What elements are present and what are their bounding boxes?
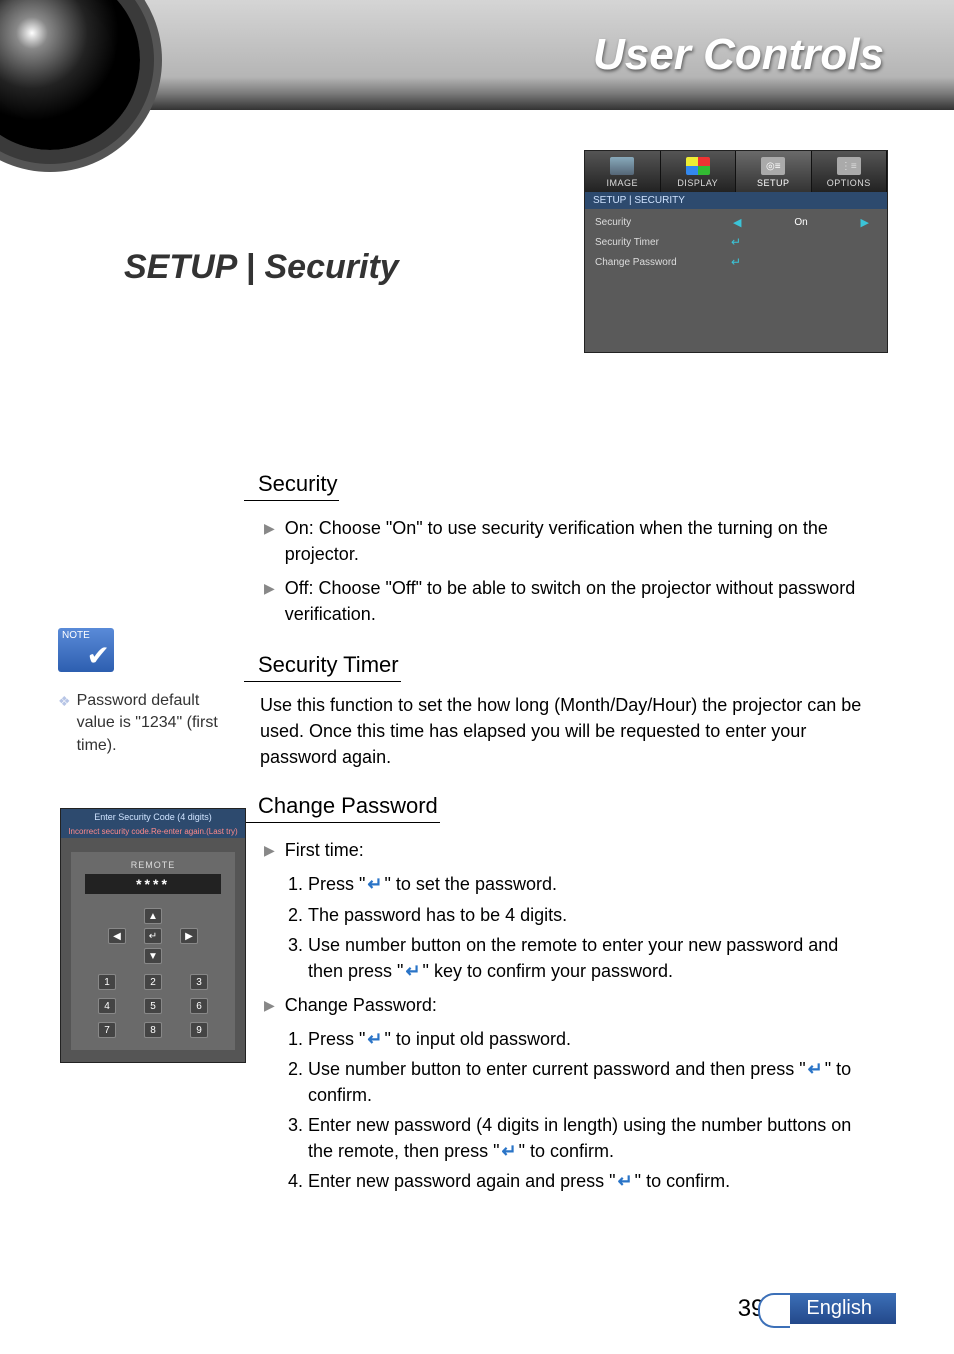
key-1[interactable]: 1	[98, 974, 116, 990]
enter-icon: ↵	[616, 1168, 635, 1194]
language-pill: English	[776, 1293, 896, 1324]
bullet-change-password: ▶ Change Password:	[264, 992, 868, 1018]
osd-row-change-password[interactable]: Change Password ↵	[585, 252, 887, 272]
enter-icon: ↵	[806, 1056, 825, 1082]
list-item: Enter new password again and press "↵" t…	[308, 1168, 868, 1194]
dpad-right-icon[interactable]: ▶	[180, 928, 198, 944]
key-8[interactable]: 8	[144, 1022, 162, 1038]
osd-row-security-timer[interactable]: Security Timer ↵	[585, 232, 887, 252]
enter-icon: ↵	[731, 255, 741, 269]
key-3[interactable]: 3	[190, 974, 208, 990]
dpad-up-icon[interactable]: ▲	[144, 908, 162, 924]
section-heading-change-password: Change Password	[244, 790, 440, 823]
lens-graphic-icon	[0, 0, 140, 150]
osd-menu: IMAGE DISPLAY ◎≡ SETUP ⋮≡ OPTIONS SETUP …	[584, 150, 888, 353]
pw-pad-title: Enter Security Code (4 digits)	[61, 809, 245, 825]
timer-body: Use this function to set the how long (M…	[260, 692, 868, 770]
osd-tab-options[interactable]: ⋮≡ OPTIONS	[812, 151, 888, 192]
key-5[interactable]: 5	[144, 998, 162, 1014]
osd-tab-image[interactable]: IMAGE	[585, 151, 661, 192]
dpad: ▲ ◀ ↵ ▶ ▼	[77, 908, 229, 964]
remote-label: REMOTE	[77, 860, 229, 870]
osd-tabs: IMAGE DISPLAY ◎≡ SETUP ⋮≡ OPTIONS	[585, 151, 887, 192]
list-item: Use number button on the remote to enter…	[308, 932, 868, 984]
triangle-bullet-icon: ▶	[264, 515, 275, 541]
enter-icon: ↵	[731, 235, 741, 249]
key-9[interactable]: 9	[190, 1022, 208, 1038]
check-icon: ✔	[87, 639, 110, 672]
password-field[interactable]: ****	[85, 874, 221, 894]
enter-icon: ↵	[403, 958, 422, 984]
section-heading-timer: Security Timer	[244, 649, 401, 682]
sliders-icon: ⋮≡	[837, 157, 861, 175]
osd-tab-display[interactable]: DISPLAY	[661, 151, 737, 192]
osd-row-security[interactable]: Security ◀ On ▶	[585, 213, 887, 232]
osd-breadcrumb: SETUP | SECURITY	[585, 192, 887, 209]
list-item: Press "↵" to input old password.	[308, 1026, 868, 1052]
arrow-left-icon[interactable]: ◀	[725, 216, 749, 229]
enter-icon: ↵	[500, 1138, 519, 1164]
number-grid: 1 2 3 4 5 6 7 8 9	[77, 974, 229, 1038]
color-blocks-icon	[686, 157, 710, 175]
key-6[interactable]: 6	[190, 998, 208, 1014]
setup-icon: ◎≡	[761, 157, 785, 175]
key-4[interactable]: 4	[98, 998, 116, 1014]
monitor-icon	[610, 157, 634, 175]
note-block: NOTE ✔ ❖ Password default value is "1234…	[58, 628, 238, 757]
triangle-bullet-icon: ▶	[264, 575, 275, 601]
enter-icon: ↵	[365, 1026, 384, 1052]
dpad-enter-icon[interactable]: ↵	[144, 928, 162, 944]
note-badge: NOTE ✔	[58, 628, 114, 672]
arrow-right-icon[interactable]: ▶	[853, 216, 877, 229]
key-2[interactable]: 2	[144, 974, 162, 990]
osd-tab-setup[interactable]: ◎≡ SETUP	[736, 151, 812, 192]
pw-pad-error: Incorrect security code.Re-enter again.(…	[61, 825, 245, 838]
list-item: Enter new password (4 digits in length) …	[308, 1112, 868, 1164]
password-pad: Enter Security Code (4 digits) Incorrect…	[60, 808, 246, 1063]
header-banner: User Controls	[0, 0, 954, 110]
footer: 39 English	[738, 1293, 896, 1324]
list-item: Use number button to enter current passw…	[308, 1056, 868, 1108]
page-title: SETUP | Security	[124, 248, 399, 287]
bullet-first-time: ▶ First time:	[264, 837, 868, 863]
triangle-bullet-icon: ▶	[264, 992, 275, 1018]
diamond-bullet-icon: ❖	[58, 690, 71, 757]
note-text: Password default value is "1234" (first …	[77, 690, 238, 757]
dpad-down-icon[interactable]: ▼	[144, 948, 162, 964]
dpad-left-icon[interactable]: ◀	[108, 928, 126, 944]
bullet-off: ▶ Off: Choose "Off" to be able to switch…	[264, 575, 868, 627]
list-item: The password has to be 4 digits.	[308, 902, 868, 928]
content-body: Security ▶ On: Choose "On" to use securi…	[258, 460, 868, 1202]
triangle-bullet-icon: ▶	[264, 837, 275, 863]
first-time-steps: Press "↵" to set the password. The passw…	[308, 871, 868, 983]
bullet-on: ▶ On: Choose "On" to use security verifi…	[264, 515, 868, 567]
change-password-steps: Press "↵" to input old password. Use num…	[308, 1026, 868, 1195]
list-item: Press "↵" to set the password.	[308, 871, 868, 897]
section-heading-security: Security	[244, 468, 339, 501]
header-title: User Controls	[593, 30, 884, 80]
enter-icon: ↵	[365, 871, 384, 897]
key-7[interactable]: 7	[98, 1022, 116, 1038]
